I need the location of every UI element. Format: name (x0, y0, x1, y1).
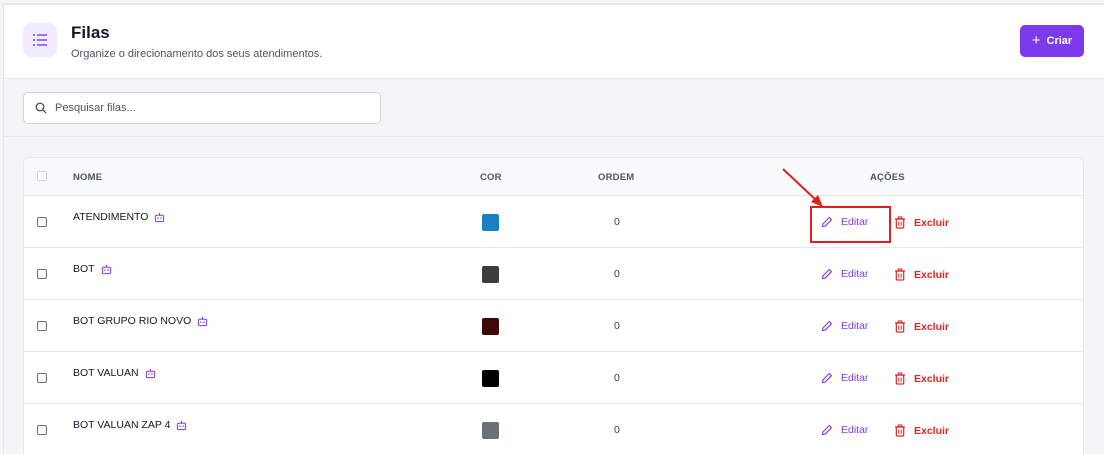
edit-button[interactable]: Editar (821, 424, 868, 436)
order-value: 0 (614, 424, 620, 436)
queue-name: BOT (73, 263, 95, 275)
create-button[interactable]: + Criar (1020, 25, 1084, 57)
row-checkbox[interactable] (37, 373, 47, 383)
edit-button[interactable]: Editar (821, 320, 868, 332)
edit-label: Editar (841, 320, 869, 332)
annotation-arrow-icon (782, 168, 823, 207)
pencil-icon (821, 372, 833, 384)
column-header-name[interactable]: NOME (73, 172, 102, 183)
color-swatch (482, 214, 499, 231)
delete-button[interactable]: Excluir (894, 216, 949, 229)
bot-icon (177, 420, 187, 430)
delete-label: Excluir (914, 320, 950, 333)
column-header-actions: AÇÕES (870, 172, 905, 183)
queue-name-cell: BOT VALUAN (73, 367, 156, 379)
create-button-label: Criar (1046, 35, 1073, 47)
pencil-icon (821, 424, 833, 436)
edit-label: Editar (841, 424, 869, 436)
color-swatch (482, 266, 499, 283)
table-row: BOT VALUAN 0 Editar Excluir (24, 352, 1083, 404)
queue-name: BOT VALUAN ZAP 4 (73, 419, 171, 431)
column-header-order[interactable]: ORDEM (598, 172, 634, 183)
edit-button[interactable]: Editar (821, 372, 868, 384)
search-icon (35, 102, 47, 114)
table-row: BOT GRUPO RIO NOVO 0 Editar Excluir (24, 300, 1083, 352)
color-swatch (482, 422, 499, 439)
queue-name-cell: BOT GRUPO RIO NOVO (73, 315, 208, 327)
table-row: ATENDIMENTO 0 Editar Excluir (24, 196, 1083, 248)
trash-icon (895, 424, 905, 437)
delete-label: Excluir (914, 424, 950, 437)
delete-button[interactable]: Excluir (894, 372, 949, 385)
search-toolbar (4, 79, 1104, 137)
row-checkbox[interactable] (37, 321, 47, 331)
delete-label: Excluir (914, 216, 950, 229)
trash-icon (895, 216, 905, 229)
row-checkbox[interactable] (37, 425, 47, 435)
order-value: 0 (614, 320, 620, 332)
color-swatch (482, 370, 499, 387)
search-box[interactable] (23, 92, 381, 124)
table-row: BOT VALUAN ZAP 4 0 Editar Excluir (24, 404, 1083, 454)
queue-name-cell: BOT VALUAN ZAP 4 (73, 419, 187, 431)
trash-icon (895, 268, 905, 281)
delete-label: Excluir (914, 268, 950, 281)
trash-icon (895, 372, 905, 385)
trash-icon (895, 320, 905, 333)
bot-icon (145, 368, 155, 378)
list-icon (23, 23, 57, 57)
delete-button[interactable]: Excluir (894, 268, 949, 281)
queue-name-cell: BOT (73, 263, 112, 275)
search-input[interactable] (55, 102, 355, 114)
queue-name-cell: ATENDIMENTO (73, 211, 165, 223)
app-frame: Filas Organize o direcionamento dos seus… (3, 3, 1104, 454)
edit-label: Editar (841, 372, 869, 384)
queues-table: NOME COR ORDEM AÇÕES ATENDIMENTO 0 Edita… (23, 157, 1084, 454)
select-all-checkbox[interactable] (37, 171, 47, 181)
plus-icon: + (1031, 32, 1041, 49)
pencil-icon (821, 268, 833, 280)
queue-name: ATENDIMENTO (73, 211, 149, 223)
order-value: 0 (614, 268, 620, 280)
delete-label: Excluir (914, 372, 950, 385)
edit-label: Editar (841, 268, 869, 280)
edit-button[interactable]: Editar (821, 268, 868, 280)
order-value: 0 (614, 216, 620, 228)
queue-name: BOT VALUAN (73, 367, 139, 379)
bot-icon (101, 264, 111, 274)
bot-icon (155, 212, 165, 222)
delete-button[interactable]: Excluir (894, 320, 949, 333)
table-header: NOME COR ORDEM AÇÕES (24, 158, 1083, 196)
delete-button[interactable]: Excluir (894, 424, 949, 437)
table-row: BOT 0 Editar Excluir (24, 248, 1083, 300)
page-title: Filas (71, 23, 110, 42)
page-header: Filas Organize o direcionamento dos seus… (4, 5, 1104, 79)
color-swatch (482, 318, 499, 335)
pencil-icon (821, 320, 833, 332)
bot-icon (198, 316, 208, 326)
queue-name: BOT GRUPO RIO NOVO (73, 315, 192, 327)
order-value: 0 (614, 372, 620, 384)
row-checkbox[interactable] (37, 217, 47, 227)
row-checkbox[interactable] (37, 269, 47, 279)
column-header-color: COR (480, 172, 502, 183)
page-subtitle: Organize o direcionamento dos seus atend… (71, 48, 323, 60)
